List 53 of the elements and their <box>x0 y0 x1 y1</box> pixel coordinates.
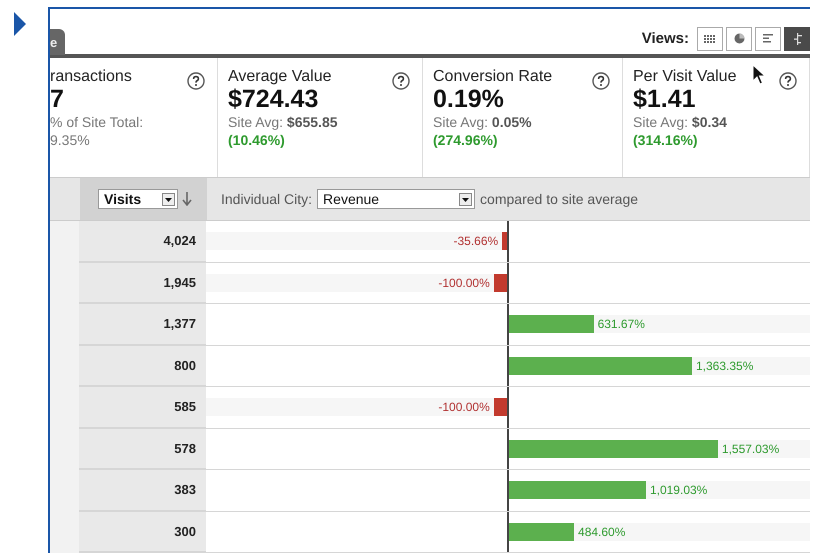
mouse-pointer-icon <box>752 64 766 86</box>
views-label: Views: <box>642 30 689 48</box>
visits-cell: 800 <box>79 346 206 386</box>
percent-change-label: 484.60% <box>578 524 626 539</box>
metric-value: 0.19% <box>433 86 505 113</box>
metric-change: (314.16%) <box>633 130 699 149</box>
metric-change: (274.96%) <box>433 130 499 149</box>
percent-change-label: -35.66% <box>453 234 498 248</box>
metric-change: (10.46%) <box>228 130 286 149</box>
metric-title: Per Visit Value <box>633 68 736 86</box>
percent-change-label: 1,557.03% <box>722 442 780 456</box>
metric-value: 7 <box>50 86 65 113</box>
metric-caption: % of Site Total: <box>50 112 144 131</box>
metric-caption: Site Avg: $0.34 <box>633 112 728 131</box>
percent-change-label: 1,363.35% <box>696 358 754 373</box>
expand-arrow-icon[interactable] <box>14 12 26 36</box>
view-button[interactable] <box>755 26 781 51</box>
help-icon[interactable] <box>187 72 205 90</box>
metric-value: $724.43 <box>228 86 320 113</box>
visits-cell: 585 <box>79 387 206 428</box>
help-icon[interactable] <box>392 72 410 90</box>
percent-change-label: 1,019.03% <box>650 483 708 498</box>
visits-cell: 383 <box>79 470 206 510</box>
view-button[interactable] <box>697 26 723 51</box>
view-button[interactable] <box>784 26 810 51</box>
metric-change: 9.35% <box>50 130 91 149</box>
dimension-label: Individual City: <box>221 191 312 208</box>
visits-cell: 1,945 <box>79 262 206 303</box>
metric-select[interactable]: Revenue <box>317 189 476 210</box>
help-icon[interactable] <box>779 72 797 90</box>
metric-value: $1.41 <box>633 86 697 113</box>
metric-caption: Site Avg: $655.85 <box>228 112 339 131</box>
percent-change-label: 631.67% <box>598 317 645 332</box>
percent-change-label: -100.00% <box>438 400 490 414</box>
metric-title: Conversion Rate <box>433 68 552 86</box>
sort-select[interactable]: Visits <box>98 189 178 210</box>
metric-title: Average Value <box>228 68 332 86</box>
visits-cell: 300 <box>79 512 206 552</box>
percent-change-label: -100.00% <box>438 276 490 290</box>
report-tab[interactable]: e <box>50 28 66 55</box>
metric-title: ransactions <box>50 68 132 86</box>
metric-caption: Site Avg: 0.05% <box>433 112 533 131</box>
view-button[interactable] <box>726 26 752 51</box>
bar-list-icon <box>762 34 774 44</box>
visits-cell: 1,377 <box>79 304 206 344</box>
visits-cell: 578 <box>79 428 206 469</box>
grid-icon <box>704 34 716 44</box>
pie-chart-icon <box>734 33 744 44</box>
visits-cell: 4,024 <box>79 221 206 262</box>
comparison-icon <box>792 32 802 45</box>
sort-arrow-icon[interactable] <box>182 192 192 206</box>
comparison-label: compared to site average <box>480 191 638 208</box>
help-icon[interactable] <box>592 72 610 90</box>
